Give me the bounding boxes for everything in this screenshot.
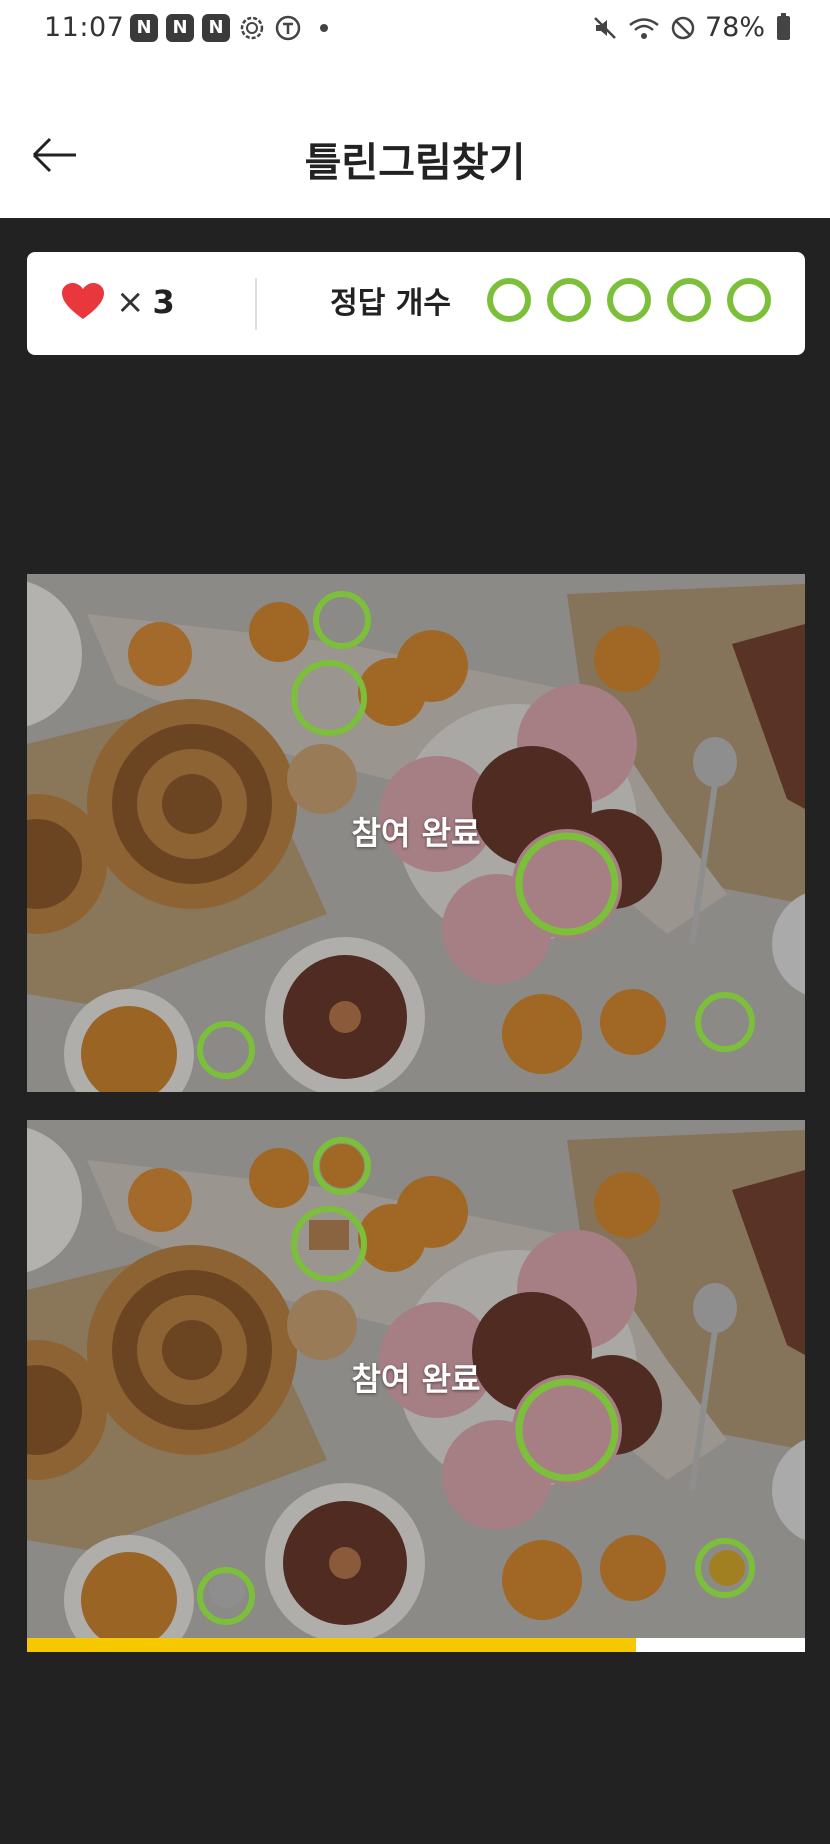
settings-gear-icon bbox=[240, 16, 264, 40]
answer-found-marker bbox=[607, 278, 651, 322]
lives-count: 3 bbox=[152, 283, 175, 321]
altered-image-panel[interactable]: 참여 완료 bbox=[27, 1120, 805, 1638]
heart-icon bbox=[62, 283, 104, 319]
original-image-panel[interactable]: 참여 완료 bbox=[27, 574, 805, 1092]
battery-percent: 78% bbox=[704, 12, 765, 43]
status-bar: 11:07 N N N 78% bbox=[0, 0, 830, 60]
t-app-icon bbox=[275, 15, 301, 41]
battery-icon bbox=[777, 12, 790, 40]
naver-n-icon: N bbox=[202, 14, 230, 42]
status-time: 11:07 bbox=[44, 12, 125, 43]
do-not-disturb-icon bbox=[671, 16, 695, 39]
timer-progress-fill bbox=[27, 1638, 637, 1652]
page-title: 틀린그림찾기 bbox=[304, 140, 526, 186]
participation-complete-label: 참여 완료 bbox=[351, 814, 481, 852]
divider bbox=[255, 278, 257, 330]
score-card: × 3 정답 개수 bbox=[27, 252, 805, 355]
naver-n-icon: N bbox=[130, 14, 158, 42]
more-notifications-dot-icon bbox=[320, 24, 328, 32]
answers-indicator: 정답 개수 bbox=[330, 278, 771, 322]
naver-n-icon: N bbox=[166, 14, 194, 42]
answers-label: 정답 개수 bbox=[330, 286, 451, 321]
answer-found-marker bbox=[547, 278, 591, 322]
notification-icons: N N N bbox=[130, 14, 328, 42]
status-right: 78% bbox=[591, 12, 790, 43]
timer-progress-bar bbox=[27, 1638, 805, 1652]
answer-found-marker bbox=[727, 278, 771, 322]
answer-found-marker bbox=[487, 278, 531, 322]
answer-found-marker bbox=[667, 278, 711, 322]
app-header: 틀린그림찾기 bbox=[0, 60, 830, 218]
participation-complete-label: 참여 완료 bbox=[351, 1360, 481, 1398]
wifi-icon bbox=[629, 17, 659, 39]
mute-icon bbox=[594, 16, 616, 39]
lives-multiply-symbol: × bbox=[116, 282, 145, 322]
lives-indicator: × 3 bbox=[62, 282, 175, 322]
